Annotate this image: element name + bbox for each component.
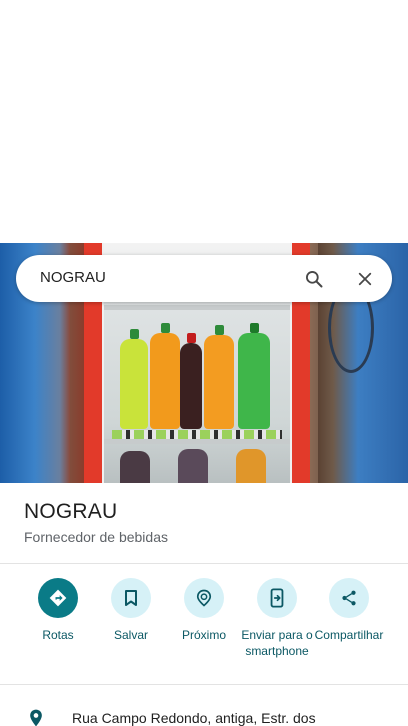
send-to-phone-icon: [257, 578, 297, 618]
search-query[interactable]: NOGRAU: [40, 269, 106, 286]
directions-label: Rotas: [42, 628, 74, 642]
directions-button[interactable]: Rotas: [20, 578, 96, 643]
place-category[interactable]: Fornecedor de bebidas: [24, 529, 168, 545]
photo-shelf: [104, 305, 290, 310]
photo-shelf: [104, 439, 290, 444]
address-line[interactable]: Rua Campo Redondo, antiga, Estr. dos: [72, 710, 316, 726]
photo-bottle: [150, 323, 180, 429]
send-to-phone-button[interactable]: Enviar para o smartphone: [239, 578, 315, 659]
photo-bottle: [238, 323, 270, 429]
photo-bottle: [204, 325, 234, 429]
place-name: NOGRAU: [24, 500, 118, 523]
share-icon: [329, 578, 369, 618]
close-icon[interactable]: [350, 264, 380, 294]
photo-bottle: [120, 451, 150, 483]
photo-bottle: [120, 329, 148, 429]
nearby-label: Próximo: [181, 628, 226, 642]
save-label: Salvar: [113, 628, 148, 642]
nearby-icon: [184, 578, 224, 618]
maps-place-page: NOGRAU NOGRAU Fornecedor de bebidas Rota…: [0, 0, 408, 726]
nearby-button[interactable]: Próximo: [166, 578, 242, 643]
divider: [0, 563, 408, 564]
photo-bottle: [236, 449, 266, 483]
divider: [0, 684, 408, 685]
search-bar[interactable]: NOGRAU: [16, 255, 392, 302]
location-pin-icon: [26, 708, 46, 726]
save-button[interactable]: Salvar: [93, 578, 169, 643]
search-icon[interactable]: [299, 264, 329, 294]
bookmark-icon: [111, 578, 151, 618]
photo-bottle: [180, 333, 202, 429]
map-area-blank: [0, 0, 408, 243]
directions-icon: [38, 578, 78, 618]
share-label: Compartilhar: [314, 628, 384, 642]
share-button[interactable]: Compartilhar: [311, 578, 387, 643]
photo-bottle: [178, 449, 208, 483]
send-to-phone-label: Enviar para o smartphone: [241, 628, 313, 658]
